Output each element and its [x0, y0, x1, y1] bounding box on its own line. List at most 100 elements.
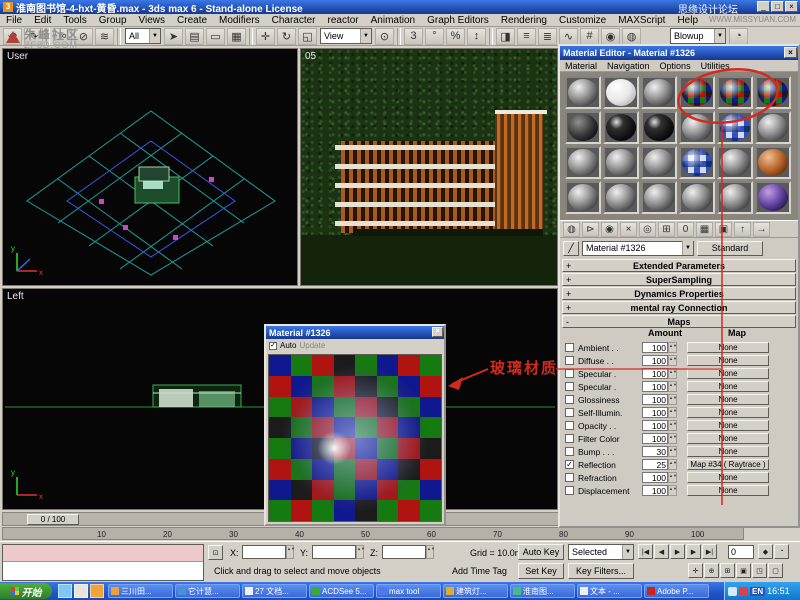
set-key-button[interactable]: Set Key: [518, 563, 564, 579]
go-to-parent-icon[interactable]: ↑: [734, 222, 751, 237]
map-slot-button[interactable]: None: [687, 394, 769, 405]
map-checkbox[interactable]: [565, 421, 574, 430]
map-amount-spinner[interactable]: ▲▼: [668, 446, 677, 457]
key-mode-toggle-icon[interactable]: ◆: [758, 544, 773, 559]
snap-toggle-icon[interactable]: 3: [404, 28, 423, 45]
map-slot-button[interactable]: None: [687, 433, 769, 444]
rollout-supersampling[interactable]: +SuperSampling: [562, 273, 796, 286]
material-swatch[interactable]: [603, 146, 639, 179]
zoom-icon[interactable]: ⊕: [704, 563, 719, 578]
map-amount-spinner[interactable]: ▲▼: [668, 459, 677, 470]
map-amount-spinner[interactable]: ▲▼: [668, 342, 677, 353]
mirror-icon[interactable]: ◨: [496, 28, 515, 45]
map-amount-spinner[interactable]: ▲▼: [668, 485, 677, 496]
map-amount-input[interactable]: 100: [642, 420, 668, 431]
x-coord-spinner[interactable]: ▲▼: [286, 545, 294, 559]
select-by-name-icon[interactable]: ▤: [185, 28, 204, 45]
quick-render-icon[interactable]: ◔: [729, 28, 748, 45]
y-coord-spinner[interactable]: ▲▼: [356, 545, 364, 559]
map-slot-button[interactable]: None: [687, 446, 769, 457]
curve-editor-icon[interactable]: ∿: [559, 28, 578, 45]
material-swatch[interactable]: [565, 76, 601, 109]
map-amount-input[interactable]: 100: [642, 368, 668, 379]
material-swatch[interactable]: [679, 181, 715, 214]
select-and-scale-icon[interactable]: ◱: [298, 28, 317, 45]
material-swatch[interactable]: [603, 181, 639, 214]
window-crossing-icon[interactable]: ▦: [227, 28, 246, 45]
menu-item-customize[interactable]: Customize: [553, 15, 612, 26]
map-amount-spinner[interactable]: ▲▼: [668, 381, 677, 392]
z-coord-input[interactable]: [382, 545, 426, 559]
material-name-dropdown[interactable]: Material #1326▼: [582, 241, 694, 256]
rollout-dynamics-properties[interactable]: +Dynamics Properties: [562, 287, 796, 300]
map-amount-spinner[interactable]: ▲▼: [668, 394, 677, 405]
material-swatch[interactable]: [641, 181, 677, 214]
preview-close-button[interactable]: ×: [432, 327, 443, 337]
z-coord-spinner[interactable]: ▲▼: [426, 545, 434, 559]
menu-item-help[interactable]: Help: [671, 15, 704, 26]
material-editor-icon[interactable]: ◉: [601, 28, 620, 45]
close-button[interactable]: ×: [785, 1, 798, 12]
material-swatch[interactable]: [565, 181, 601, 214]
auto-update-checkbox[interactable]: ✓: [269, 342, 277, 350]
reset-map-icon[interactable]: ×: [620, 222, 637, 237]
map-checkbox[interactable]: [565, 447, 574, 456]
menu-item-views[interactable]: Views: [133, 15, 172, 26]
show-map-in-viewport-icon[interactable]: ▦: [696, 222, 713, 237]
time-configuration-icon[interactable]: ◔: [774, 544, 789, 559]
map-amount-spinner[interactable]: ▲▼: [668, 420, 677, 431]
listener-script-pane[interactable]: [3, 562, 203, 580]
map-amount-spinner[interactable]: ▲▼: [668, 368, 677, 379]
layer-manager-icon[interactable]: ≣: [538, 28, 557, 45]
menu-item-rendering[interactable]: Rendering: [495, 15, 553, 26]
map-checkbox[interactable]: [565, 408, 574, 417]
transport-button-2[interactable]: ▶: [670, 544, 685, 559]
make-material-copy-icon[interactable]: ◎: [639, 222, 656, 237]
put-to-library-icon[interactable]: ⊞: [658, 222, 675, 237]
map-slot-button[interactable]: None: [687, 368, 769, 379]
taskbar-item[interactable]: Adobe P...: [644, 584, 709, 598]
viewport-camera-label[interactable]: 05: [305, 51, 316, 62]
transport-button-3[interactable]: ▶: [686, 544, 701, 559]
menu-item-animation[interactable]: Animation: [365, 15, 421, 26]
map-amount-input[interactable]: 100: [642, 485, 668, 496]
map-slot-button[interactable]: None: [687, 420, 769, 431]
material-swatch[interactable]: [717, 181, 753, 214]
map-amount-input[interactable]: 100: [642, 472, 668, 483]
material-menu-navigation[interactable]: Navigation: [602, 61, 655, 71]
material-menu-utilities[interactable]: Utilities: [696, 61, 735, 71]
chevron-down-icon[interactable]: ▼: [714, 29, 725, 43]
user-viewport-canvas[interactable]: x y: [3, 49, 297, 285]
listener-macro-pane[interactable]: [3, 545, 203, 562]
add-time-tag[interactable]: Add Time Tag: [452, 566, 507, 576]
start-button[interactable]: 开始: [0, 583, 52, 599]
chevron-down-icon[interactable]: ▼: [682, 241, 693, 255]
align-icon[interactable]: ≡: [517, 28, 536, 45]
transport-button-4[interactable]: ▶|: [702, 544, 717, 559]
map-amount-input[interactable]: 100: [642, 433, 668, 444]
taskbar-item[interactable]: 三川田...: [108, 584, 173, 598]
maxscript-mini-listener[interactable]: [2, 544, 204, 581]
rollout-maps[interactable]: -Maps: [562, 315, 796, 328]
menu-item-modifiers[interactable]: Modifiers: [213, 15, 266, 26]
rollout-extended-parameters[interactable]: +Extended Parameters: [562, 259, 796, 272]
use-pivot-center-icon[interactable]: ⊙: [375, 28, 394, 45]
select-object-icon[interactable]: ➤: [164, 28, 183, 45]
map-amount-input[interactable]: 100: [642, 381, 668, 392]
material-swatch[interactable]: [755, 181, 791, 214]
map-checkbox[interactable]: [565, 395, 574, 404]
transport-button-1[interactable]: ◀: [654, 544, 669, 559]
menu-item-reactor[interactable]: reactor: [322, 15, 365, 26]
menu-item-edit[interactable]: Edit: [28, 15, 57, 26]
track-bar[interactable]: 102030405060708090100: [2, 527, 744, 540]
selection-lock-toggle[interactable]: ⊡: [208, 545, 223, 560]
map-amount-spinner[interactable]: ▲▼: [668, 355, 677, 366]
chevron-down-icon[interactable]: ▼: [622, 545, 633, 559]
map-slot-button[interactable]: Map #34 ( Raytrace ): [687, 459, 769, 470]
percent-snap-icon[interactable]: %: [446, 28, 465, 45]
map-checkbox[interactable]: ✓: [565, 460, 574, 469]
map-checkbox[interactable]: [565, 369, 574, 378]
taskbar-item[interactable]: 文本 - ...: [577, 584, 642, 598]
menu-item-group[interactable]: Group: [93, 15, 133, 26]
menu-item-file[interactable]: File: [0, 15, 28, 26]
